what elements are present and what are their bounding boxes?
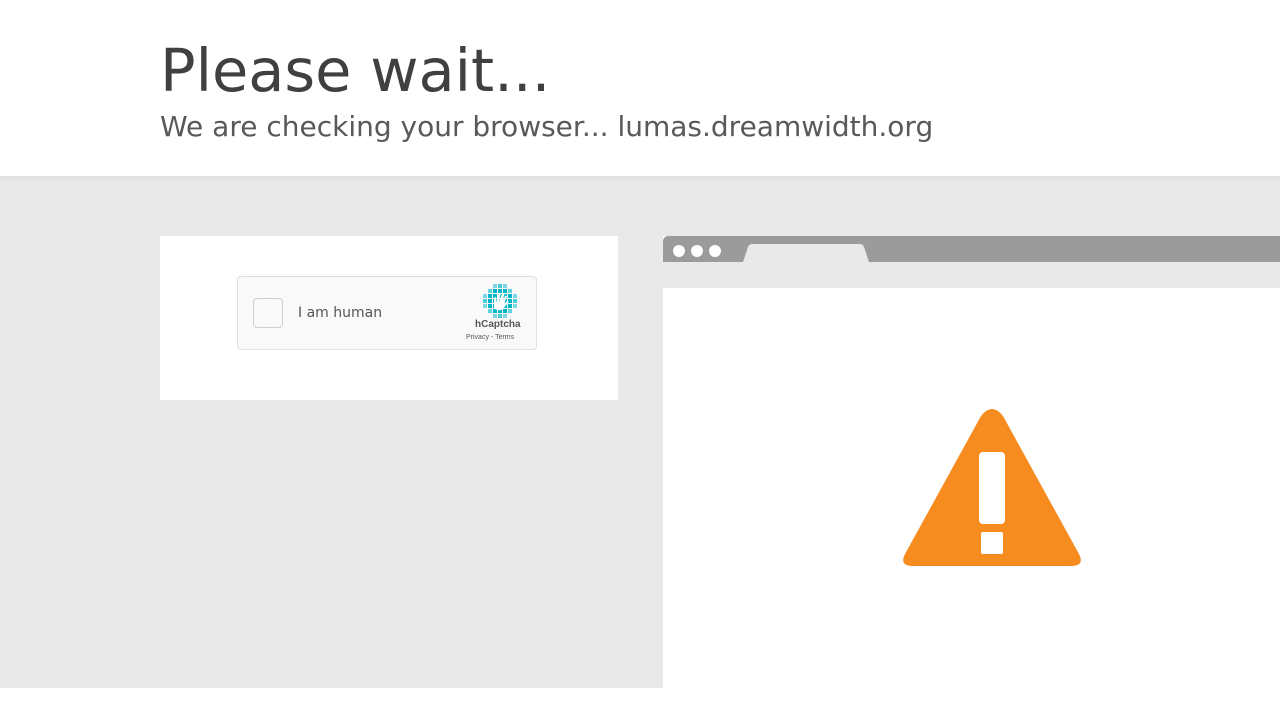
warning-icon xyxy=(903,409,1081,566)
browser-title-bar xyxy=(663,236,1280,262)
human-checkbox[interactable] xyxy=(253,298,283,328)
page-header: Please wait... We are checking your brow… xyxy=(0,0,1280,176)
human-checkbox-label: I am human xyxy=(298,305,383,321)
window-dot-icon xyxy=(673,245,685,257)
terms-link[interactable]: Terms xyxy=(495,334,514,341)
page-title: Please wait... xyxy=(160,36,551,105)
privacy-link[interactable]: Privacy xyxy=(466,334,489,341)
browser-address-bar xyxy=(663,262,1280,288)
hcaptcha-widget: I am human hCaptcha Privacy - Terms xyxy=(237,276,537,350)
captcha-card: I am human hCaptcha Privacy - Terms xyxy=(160,236,618,400)
window-dot-icon xyxy=(691,245,703,257)
hcaptcha-brand: hCaptcha xyxy=(475,319,521,330)
page-subtitle: We are checking your browser... lumas.dr… xyxy=(160,110,934,143)
hcaptcha-links: Privacy - Terms xyxy=(466,334,514,341)
window-dot-icon xyxy=(709,245,721,257)
browser-tab-shape xyxy=(743,244,869,262)
hcaptcha-hand-icon xyxy=(483,284,517,318)
browser-illustration xyxy=(663,236,1280,720)
